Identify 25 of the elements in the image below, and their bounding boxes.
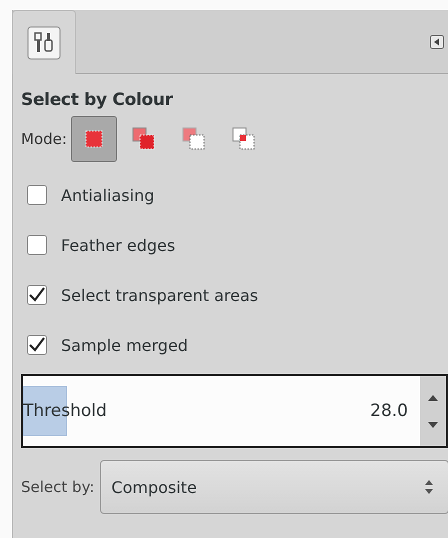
mode-label: Mode: — [21, 130, 67, 148]
panel-menu-icon[interactable] — [430, 34, 444, 48]
add-mode-icon — [132, 127, 156, 151]
dropdown-arrows-icon — [424, 479, 434, 495]
subtract-mode-icon — [182, 127, 206, 151]
increment-icon[interactable] — [428, 394, 438, 400]
checkbox-label: Select transparent areas — [61, 286, 258, 304]
checkbox-label: Sample merged — [61, 336, 188, 354]
decrement-icon[interactable] — [428, 422, 438, 428]
tab[interactable] — [12, 10, 76, 74]
select-by-label: Select by: — [21, 478, 94, 496]
checkbox[interactable] — [27, 185, 47, 205]
mode-button[interactable] — [70, 116, 117, 162]
checkbox-label: Feather edges — [61, 236, 176, 254]
tool-title: Select by Colour — [21, 90, 174, 110]
threshold-value: 28.0 — [370, 401, 408, 421]
intersect-mode-icon — [232, 127, 256, 151]
checkbox[interactable] — [27, 235, 47, 255]
tool-options-icon — [27, 26, 61, 60]
checkbox-label: Antialiasing — [61, 186, 154, 204]
select-by-dropdown[interactable]: Composite — [100, 460, 448, 514]
checkbox[interactable] — [27, 335, 47, 355]
threshold-label: Threshold — [23, 401, 107, 421]
threshold-spin-scale[interactable]: Threshold 28.0 — [21, 374, 448, 448]
checkbox[interactable] — [27, 285, 47, 305]
